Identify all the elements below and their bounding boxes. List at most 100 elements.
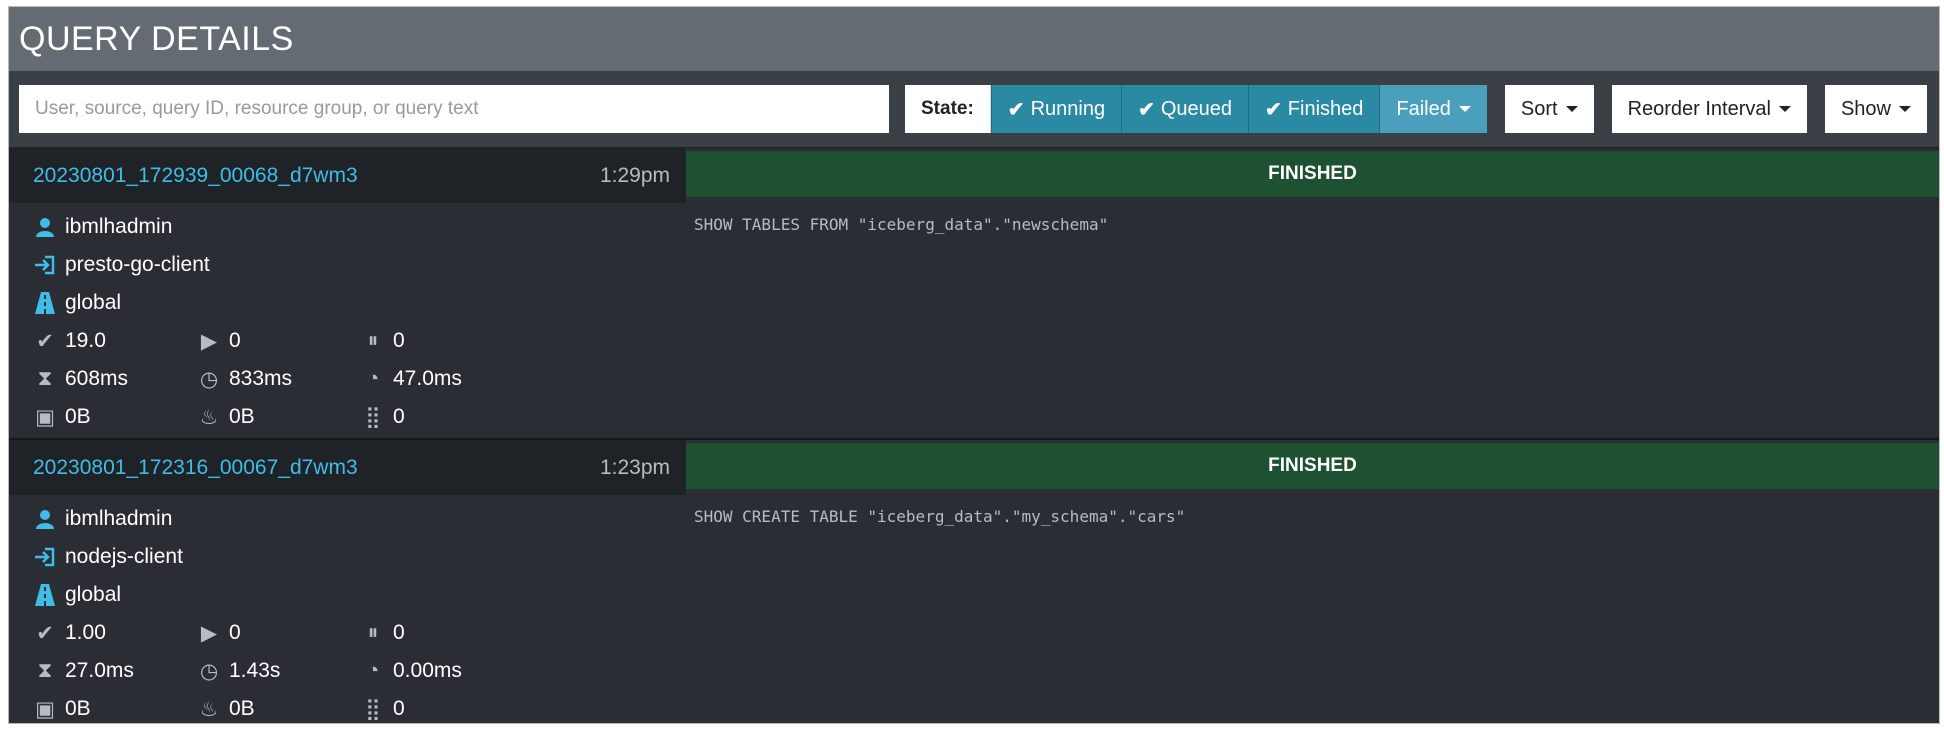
queued-splits: ⏸ 0 [359,621,523,645]
caret-down-icon [1458,106,1471,112]
reorder-interval-label: Reorder Interval [1627,97,1771,120]
completed-splits: ✔ 19.0 [31,329,195,354]
status-bar: FINISHED [686,443,1939,489]
elapsed-time-value: 833ms [229,367,293,390]
road-icon [31,292,59,314]
queued-splits: ⏸ 0 [359,329,523,353]
state-failed-dropdown[interactable]: Failed [1379,85,1487,133]
running-splits: ▶ 0 [195,329,359,354]
wall-time: ⧗ 27.0ms [31,659,195,683]
log-in-icon [31,547,59,567]
query-user: ibmlhadmin [9,500,686,538]
query-time: 1:29pm [599,163,670,187]
peak-memory-value: 0B [229,405,255,428]
hdd-icon: ▣ [35,697,55,721]
user-icon [31,509,59,529]
query-details-panel: QUERY DETAILS State: ✔ Running ✔ Queued … [8,6,1940,724]
query-source: presto-go-client [9,246,686,284]
input-rows-value: 0 [393,405,405,428]
query-detail: FINISHED SHOW CREATE TABLE "iceberg_data… [686,440,1939,723]
state-filter-group: State: ✔ Running ✔ Queued ✔ Finished Fai… [905,85,1487,133]
cpu-time: ◔ 0.00ms [359,659,523,683]
query-meta: ibmlhadmin nodejs-client global ✔ 1.00 ▶… [9,495,686,723]
memory-stats: ▣ 0B ♨ 0B ⣿ 0 [9,398,686,436]
memory-stats: ▣ 0B ♨ 0B ⣿ 0 [9,690,686,723]
pause-icon: ⏸ [367,329,379,352]
reorder-interval-dropdown[interactable]: Reorder Interval [1611,85,1807,133]
memory-value: 0B [65,405,91,428]
sort-dropdown[interactable]: Sort [1504,85,1594,133]
hourglass-icon: ⧗ [37,659,53,682]
state-running-label: Running [1030,97,1106,120]
play-icon: ▶ [200,621,218,645]
memory: ▣ 0B [31,697,195,722]
source-name: presto-go-client [65,253,210,276]
query-text: SHOW TABLES FROM "iceberg_data"."newsche… [694,215,1109,234]
time-stats: ⧗ 27.0ms ◷ 1.43s ◔ 0.00ms [9,652,686,690]
query-id-link[interactable]: 20230801_172939_00068_d7wm3 [33,164,358,188]
elapsed-time-value: 1.43s [229,659,281,682]
show-dropdown[interactable]: Show [1824,85,1927,133]
query-time: 1:23pm [599,455,670,479]
query-text: SHOW CREATE TABLE "iceberg_data"."my_sch… [694,507,1186,526]
input-rows: ⣿ 0 [359,697,523,722]
memory-value: 0B [65,697,91,720]
hdd-icon: ▣ [35,405,55,429]
search-input[interactable] [19,85,889,133]
cpu-time: ◔ 47.0ms [359,367,523,391]
page-header: QUERY DETAILS [9,7,1939,71]
hourglass-icon: ⧗ [37,367,53,390]
peak-memory-value: 0B [229,697,255,720]
queued-splits-value: 0 [393,329,405,352]
caret-down-icon [1899,106,1911,112]
wall-time-value: 27.0ms [65,659,134,682]
cpu-time-value: 47.0ms [393,367,462,390]
user-icon [31,217,59,237]
running-splits: ▶ 0 [195,621,359,646]
time-stats: ⧗ 608ms ◷ 833ms ◔ 47.0ms [9,360,686,398]
state-queued-label: Queued [1160,97,1233,120]
state-finished-toggle[interactable]: ✔ Finished [1248,85,1380,133]
query-id-link[interactable]: 20230801_172316_00067_d7wm3 [33,456,358,480]
status-bar: FINISHED [686,151,1939,197]
fire-icon: ♨ [199,697,219,721]
query-source: nodejs-client [9,538,686,576]
check-icon: ✔ [36,329,54,353]
fire-icon: ♨ [199,405,219,429]
state-queued-toggle[interactable]: ✔ Queued [1121,85,1249,133]
wall-time-value: 608ms [65,367,129,390]
state-failed-label: Failed [1396,97,1451,120]
completed-splits: ✔ 1.00 [31,621,195,646]
user-name: ibmlhadmin [65,215,173,238]
clock-icon: ◷ [199,659,219,683]
equalizer-icon: ⣿ [365,697,381,721]
peak-memory: ♨ 0B [195,697,359,722]
queued-splits-value: 0 [393,621,405,644]
check-icon: ✔ [1265,98,1282,121]
dashboard-icon: ◔ [366,659,380,682]
memory: ▣ 0B [31,405,195,430]
query-user: ibmlhadmin [9,208,686,246]
cpu-time-value: 0.00ms [393,659,462,682]
input-rows-value: 0 [393,697,405,720]
query-card: 20230801_172316_00067_d7wm3 1:23pm ibmlh… [9,438,1939,723]
query-header: 20230801_172316_00067_d7wm3 1:23pm [9,440,686,495]
dashboard-icon: ◔ [366,367,380,390]
clock-icon: ◷ [199,367,219,391]
elapsed-time: ◷ 833ms [195,367,359,392]
check-icon: ✔ [36,621,54,645]
wall-time: ⧗ 608ms [31,367,195,391]
resource-group-name: global [65,291,122,314]
caret-down-icon [1565,106,1578,112]
log-in-icon [31,255,59,275]
query-info: 20230801_172316_00067_d7wm3 1:23pm ibmlh… [9,440,686,723]
check-icon: ✔ [1007,98,1025,121]
completed-splits-value: 1.00 [65,621,106,644]
state-running-toggle[interactable]: ✔ Running [990,85,1122,133]
play-icon: ▶ [200,329,218,353]
completed-splits-value: 19.0 [65,329,106,352]
query-meta: ibmlhadmin presto-go-client global ✔ 19.… [9,203,686,436]
peak-memory: ♨ 0B [195,405,359,430]
input-rows: ⣿ 0 [359,405,523,430]
query-card: 20230801_172939_00068_d7wm3 1:29pm ibmlh… [9,147,1939,438]
